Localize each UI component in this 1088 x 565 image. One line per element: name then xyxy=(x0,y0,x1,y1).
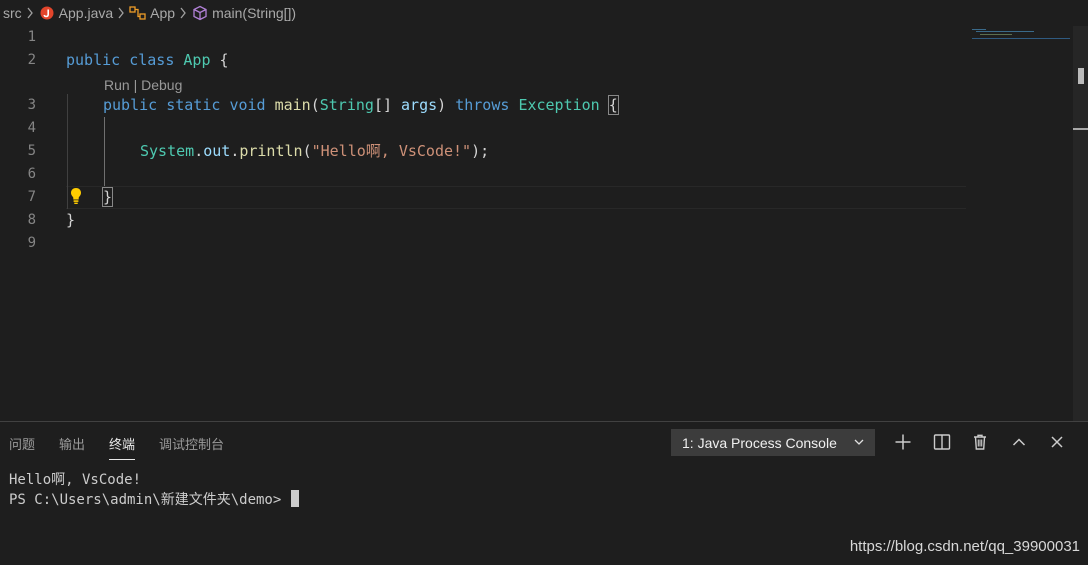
terminal-line: Hello啊, VsCode! xyxy=(9,472,142,488)
paren: ( xyxy=(302,142,312,160)
string-literal: "Hello啊, VsCode!" xyxy=(311,142,472,160)
close-panel-button[interactable] xyxy=(1046,431,1068,453)
terminal-cursor xyxy=(290,490,299,507)
brace: { xyxy=(219,51,229,69)
dot: . xyxy=(230,142,240,160)
current-line-highlight xyxy=(66,186,966,209)
breadcrumb-file[interactable]: App.java xyxy=(38,5,113,21)
code-line-5: System.out.println("Hello啊, VsCode!"); xyxy=(140,140,489,163)
line-number: 7 xyxy=(27,189,36,205)
kill-terminal-button[interactable] xyxy=(969,431,991,453)
new-terminal-button[interactable] xyxy=(892,431,914,453)
codelens: Run | Debug xyxy=(104,76,182,94)
close-icon xyxy=(1051,436,1063,448)
keyword: class xyxy=(129,51,175,69)
tab-problems[interactable]: 问题 xyxy=(9,422,35,464)
method-name: main xyxy=(274,96,311,114)
minimap-line xyxy=(980,34,1012,35)
type-name: Exception xyxy=(518,96,600,114)
terminal-prompt-line: PS C:\Users\admin\新建文件夹\demo> xyxy=(9,490,299,510)
minimap-line xyxy=(976,31,1034,32)
trash-icon xyxy=(974,434,986,450)
breadcrumb: src App.java App main(String[]) xyxy=(0,0,1088,26)
chevron-up-icon xyxy=(1012,438,1026,446)
line-number: 8 xyxy=(27,212,36,228)
line-number: 5 xyxy=(27,143,36,159)
breadcrumb-folder[interactable]: src xyxy=(3,5,22,21)
scrollbar-cursor-marker xyxy=(1073,128,1088,130)
line-number: 9 xyxy=(27,235,36,251)
line-number: 1 xyxy=(27,29,36,45)
breadcrumb-file-label: App.java xyxy=(58,5,114,21)
indent-guide-active xyxy=(104,117,105,186)
keyword: public xyxy=(66,51,121,69)
brace: { xyxy=(607,95,619,115)
panel-tabs: 问题 输出 终端 调试控制台 xyxy=(0,422,239,464)
param-name: args xyxy=(401,96,438,114)
class-icon xyxy=(129,5,147,21)
keyword: static xyxy=(166,96,221,114)
split-terminal-button[interactable] xyxy=(931,431,953,453)
array-brackets: [] xyxy=(373,96,392,114)
minimap-line xyxy=(972,38,1070,39)
minimap[interactable] xyxy=(970,26,1074,46)
keyword: public xyxy=(103,96,158,114)
dot: . xyxy=(194,142,204,160)
chevron-right-icon xyxy=(113,7,129,19)
class-name: App xyxy=(183,51,211,69)
bottom-panel: 问题 输出 终端 调试控制台 1: Java Process Console H… xyxy=(0,421,1088,565)
code-line-2: public class App { xyxy=(66,49,229,72)
tab-terminal[interactable]: 终端 xyxy=(109,422,136,464)
line-number: 2 xyxy=(27,52,36,68)
method-cube-icon xyxy=(191,5,209,21)
class-name: System xyxy=(140,142,195,160)
codelens-separator: | xyxy=(129,77,142,93)
keyword: void xyxy=(229,96,266,114)
terminal-prompt: PS C:\Users\admin\新建文件夹\demo> xyxy=(9,492,290,508)
paren: ) xyxy=(437,96,447,114)
code-line-8: } xyxy=(66,209,75,232)
paren: ); xyxy=(471,142,490,160)
code-line-3: public static void main(String[] args) t… xyxy=(103,94,619,117)
terminal-select[interactable]: 1: Java Process Console xyxy=(671,429,875,456)
code-editor[interactable]: 1 2 3 4 5 6 7 8 9 public class App { Run… xyxy=(0,26,1088,421)
java-file-icon xyxy=(38,5,56,21)
editor-scrollbar[interactable] xyxy=(1073,26,1088,421)
keyword: throws xyxy=(455,96,510,114)
minimap-line xyxy=(972,29,986,30)
lightbulb-icon[interactable] xyxy=(68,186,84,206)
chevron-right-icon xyxy=(175,7,191,19)
scrollbar-thumb-marker xyxy=(1078,68,1084,84)
line-number: 6 xyxy=(27,166,36,182)
codelens-run-link[interactable]: Run xyxy=(104,77,130,93)
watermark: https://blog.csdn.net/qq_39900031 xyxy=(849,538,1080,555)
breadcrumb-method[interactable]: main(String[]) xyxy=(191,5,296,21)
split-icon xyxy=(933,434,951,450)
method-name: println xyxy=(239,142,303,160)
chevron-right-icon xyxy=(22,7,38,19)
field-name: out xyxy=(203,142,231,160)
maximize-panel-button[interactable] xyxy=(1008,431,1030,453)
terminal-output[interactable]: Hello啊, VsCode! PS C:\Users\admin\新建文件夹\d… xyxy=(9,470,299,510)
breadcrumb-class[interactable]: App xyxy=(129,5,175,21)
plus-icon xyxy=(895,434,911,450)
breadcrumb-folder-label: src xyxy=(3,5,22,21)
terminal-select-value: 1: Java Process Console xyxy=(682,434,837,451)
breadcrumb-class-label: App xyxy=(150,5,176,21)
code-line-7: } xyxy=(101,186,114,209)
tab-output[interactable]: 输出 xyxy=(59,422,85,464)
line-number: 3 xyxy=(27,97,36,113)
tab-debug-console[interactable]: 调试控制台 xyxy=(159,422,224,464)
paren: ( xyxy=(310,96,320,114)
breadcrumb-method-label: main(String[]) xyxy=(212,5,297,21)
brace: } xyxy=(66,211,76,229)
chevron-down-icon xyxy=(853,435,865,451)
brace: } xyxy=(101,187,114,207)
type-name: String xyxy=(319,96,374,114)
codelens-debug-link[interactable]: Debug xyxy=(141,77,182,93)
line-number: 4 xyxy=(27,120,36,136)
